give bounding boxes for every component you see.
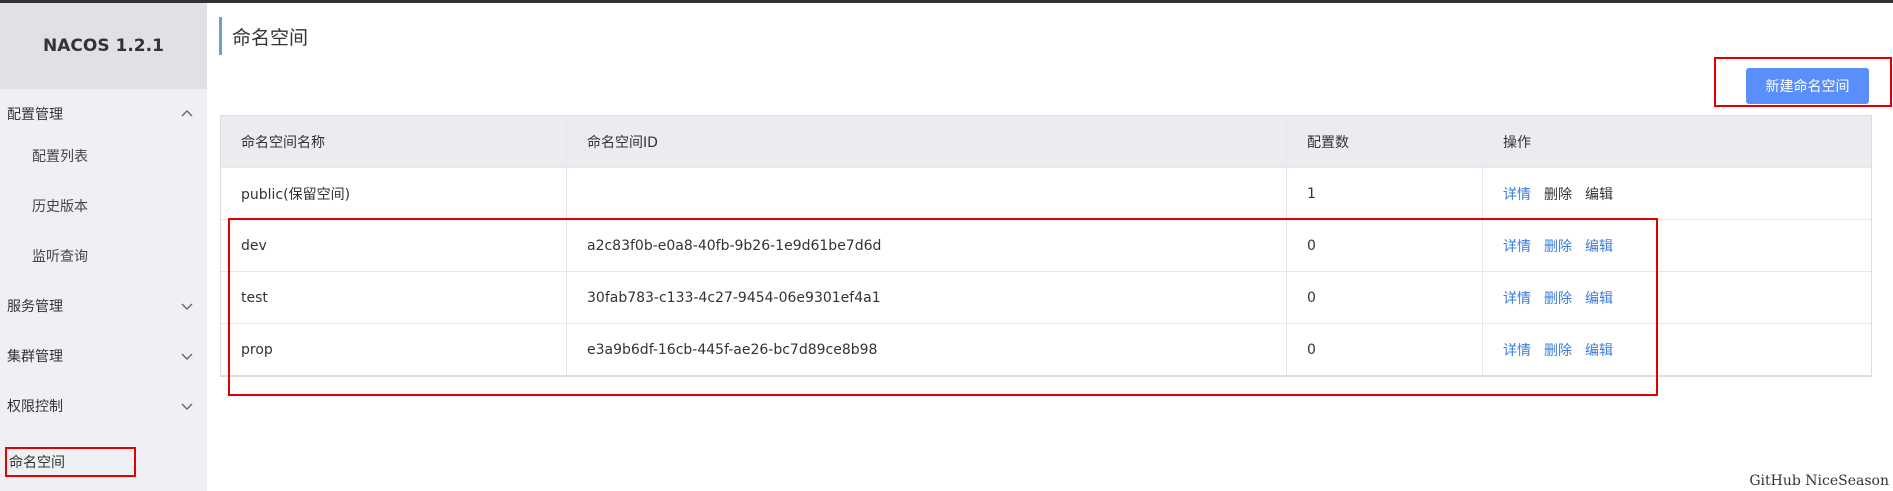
table-row: prop e3a9b6df-16cb-445f-ae26-bc7d89ce8b9… — [221, 324, 1871, 376]
namespace-id: a2c83f0b-e0a8-40fb-9b26-1e9d61be7d6d — [567, 220, 1287, 271]
column-header-count: 配置数 — [1287, 116, 1483, 167]
delete-link[interactable]: 删除 — [1544, 236, 1572, 256]
watermark: GitHub NiceSeason — [1749, 473, 1889, 489]
detail-link[interactable]: 详情 — [1503, 340, 1531, 360]
sidebar-item-listener-query[interactable]: 监听查询 — [0, 241, 207, 271]
sidebar-item-permission-control[interactable]: 权限控制 — [0, 391, 207, 421]
column-header-id: 命名空间ID — [567, 116, 1287, 167]
edit-link[interactable]: 编辑 — [1585, 184, 1613, 204]
detail-link[interactable]: 详情 — [1503, 288, 1531, 308]
sidebar-item-cluster-management[interactable]: 集群管理 — [0, 341, 207, 371]
edit-link[interactable]: 编辑 — [1585, 236, 1613, 256]
delete-link[interactable]: 删除 — [1544, 184, 1572, 204]
sidebar-item-config-list[interactable]: 配置列表 — [0, 141, 207, 171]
chevron-down-icon — [179, 348, 195, 364]
sidebar-item-label: 监听查询 — [32, 249, 88, 265]
namespace-id: e3a9b6df-16cb-445f-ae26-bc7d89ce8b98 — [567, 324, 1287, 375]
namespace-name: prop — [221, 324, 567, 375]
sidebar-item-label: 命名空间 — [9, 455, 65, 471]
sidebar-item-namespace[interactable]: 命名空间 — [5, 447, 136, 477]
chevron-down-icon — [179, 398, 195, 414]
sidebar-item-service-management[interactable]: 服务管理 — [0, 291, 207, 321]
sidebar-item-config-management[interactable]: 配置管理 — [0, 99, 207, 129]
chevron-down-icon — [179, 298, 195, 314]
sidebar-item-label: 集群管理 — [7, 349, 63, 365]
config-count: 0 — [1287, 324, 1483, 375]
table-row: public(保留空间) 1 详情 删除 编辑 — [221, 168, 1871, 220]
delete-link[interactable]: 删除 — [1544, 288, 1572, 308]
page-title: 命名空间 — [219, 17, 308, 55]
config-count: 0 — [1287, 272, 1483, 323]
namespace-name: test — [221, 272, 567, 323]
table-row: test 30fab783-c133-4c27-9454-06e9301ef4a… — [221, 272, 1871, 324]
sidebar: NACOS 1.2.1 配置管理 配置列表 历史版本 监听查询 服务管理 集群管… — [0, 3, 207, 491]
sidebar-item-label: 权限控制 — [7, 399, 63, 415]
namespace-id — [567, 168, 1287, 219]
create-namespace-button[interactable]: 新建命名空间 — [1746, 68, 1869, 104]
sidebar-item-label: 配置管理 — [7, 107, 63, 123]
main-content: 命名空间 新建命名空间 命名空间名称 命名空间ID 配置数 操作 public(… — [207, 3, 1893, 491]
edit-link[interactable]: 编辑 — [1585, 340, 1613, 360]
namespace-id: 30fab783-c133-4c27-9454-06e9301ef4a1 — [567, 272, 1287, 323]
table-header: 命名空间名称 命名空间ID 配置数 操作 — [221, 116, 1871, 168]
sidebar-item-label: 配置列表 — [32, 149, 88, 165]
edit-link[interactable]: 编辑 — [1585, 288, 1613, 308]
detail-link[interactable]: 详情 — [1503, 184, 1531, 204]
column-header-actions: 操作 — [1503, 134, 1531, 151]
detail-link[interactable]: 详情 — [1503, 236, 1531, 256]
config-count: 1 — [1287, 168, 1483, 219]
column-header-name: 命名空间名称 — [221, 116, 567, 167]
namespace-table: 命名空间名称 命名空间ID 配置数 操作 public(保留空间) 1 详情 删… — [220, 115, 1872, 377]
row-actions: 详情 删除 编辑 — [1483, 324, 1871, 375]
namespace-name: dev — [221, 220, 567, 271]
table-row: dev a2c83f0b-e0a8-40fb-9b26-1e9d61be7d6d… — [221, 220, 1871, 272]
row-actions: 详情 删除 编辑 — [1483, 220, 1871, 271]
brand-title: NACOS 1.2.1 — [0, 3, 207, 89]
delete-link[interactable]: 删除 — [1544, 340, 1572, 360]
config-count: 0 — [1287, 220, 1483, 271]
namespace-name: public(保留空间) — [221, 168, 567, 219]
sidebar-item-history[interactable]: 历史版本 — [0, 191, 207, 221]
sidebar-item-label: 服务管理 — [7, 299, 63, 315]
chevron-up-icon — [179, 106, 195, 122]
row-actions: 详情 删除 编辑 — [1483, 272, 1871, 323]
row-actions: 详情 删除 编辑 — [1483, 168, 1871, 219]
sidebar-item-label: 历史版本 — [32, 199, 88, 215]
